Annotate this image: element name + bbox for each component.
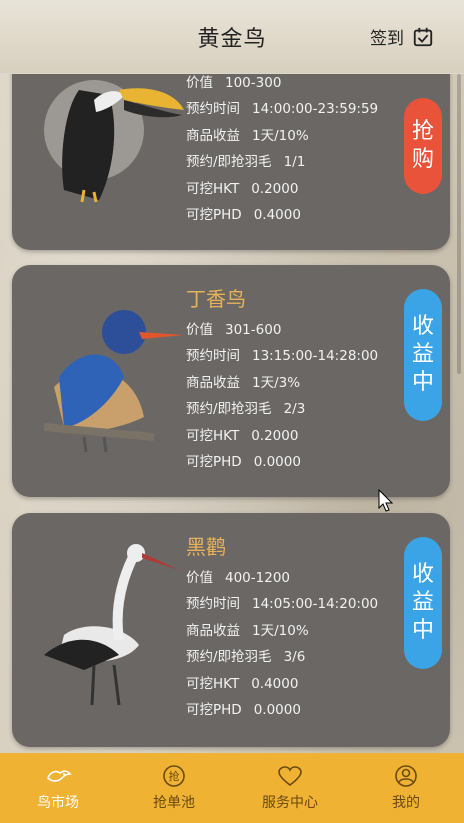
tab-mine[interactable]: 我的	[348, 753, 464, 823]
reserve-time-row: 预约时间 14:05:00-14:20:00	[186, 596, 379, 613]
tab-label: 鸟市场	[37, 795, 79, 811]
hkt-row: 可挖HKT 0.2000	[186, 427, 299, 444]
tab-grab-pool[interactable]: 抢 抢单池	[116, 753, 232, 823]
checkin-label: 签到	[370, 29, 404, 49]
phd-row: 可挖PHD 0.0000	[186, 701, 301, 718]
bird-name: 黑鹳	[186, 535, 226, 559]
bird-details: 价值 100-300 预约时间 14:00:00-23:59:59 商品收益 1天/1…	[186, 74, 378, 228]
reserve-time-row: 预约时间 14:00:00-23:59:59	[186, 101, 379, 118]
value-row: 价值 100-300	[186, 75, 282, 91]
grab-icon: 抢	[163, 765, 185, 787]
feather-row: 预约/即抢羽毛 2/3	[186, 401, 306, 418]
page-title: 黄金鸟	[197, 26, 267, 52]
income-row: 商品收益 1天/10%	[186, 622, 309, 639]
tab-bird-market[interactable]: 鸟市场	[0, 753, 116, 823]
earning-status-button[interactable]: 收 益 中	[404, 289, 442, 421]
value-row: 价值 400-1200	[186, 570, 290, 586]
earning-status-button[interactable]: 收 益 中	[404, 537, 442, 669]
bird-card[interactable]: 丁香鸟 价值 301-600 预约时间 13:15:00-14:28:00 商品收益…	[12, 265, 450, 497]
bottom-tabbar: 鸟市场 抢 抢单池 服务中心 我的	[0, 753, 464, 823]
bird-list[interactable]: 价值 100-300 预约时间 14:00:00-23:59:59 商品收益 1天/1…	[0, 74, 464, 753]
phd-row: 可挖PHD 0.0000	[186, 453, 301, 470]
tab-label: 服务中心	[262, 795, 318, 811]
scrollbar[interactable]	[457, 74, 461, 374]
hkt-row: 可挖HKT 0.2000	[186, 180, 299, 197]
svg-text:抢: 抢	[169, 769, 180, 783]
buy-button[interactable]: 抢 购	[404, 98, 442, 194]
bird-icon	[47, 770, 72, 782]
bird-name: 丁香鸟	[186, 287, 246, 311]
hkt-row: 可挖HKT 0.4000	[186, 675, 299, 692]
reserve-time-row: 预约时间 13:15:00-14:28:00	[186, 348, 379, 365]
bird-card[interactable]: 黑鹳 价值 400-1200 预约时间 14:05:00-14:20:00 商品收益…	[12, 513, 450, 747]
heart-icon	[278, 766, 302, 787]
phd-row: 可挖PHD 0.4000	[186, 206, 301, 223]
stork-icon	[44, 544, 179, 706]
bird-details: 价值 301-600 预约时间 13:15:00-14:28:00 商品收益 1天/3…	[186, 317, 378, 475]
income-row: 商品收益 1天/3%	[186, 374, 301, 391]
tab-service-center[interactable]: 服务中心	[232, 753, 348, 823]
tab-label: 抢单池	[153, 795, 195, 811]
bird-details: 价值 400-1200 预约时间 14:05:00-14:20:00 商品收益 1天/…	[186, 565, 378, 723]
user-icon	[395, 765, 417, 787]
bird-card[interactable]: 价值 100-300 预约时间 14:00:00-23:59:59 商品收益 1天/1…	[12, 74, 450, 250]
feather-row: 预约/即抢羽毛 3/6	[186, 649, 306, 666]
header: 黄金鸟 签到	[0, 0, 464, 74]
calendar-check-icon	[413, 27, 433, 46]
income-row: 商品收益 1天/10%	[186, 127, 309, 144]
mouse-cursor-icon	[378, 489, 394, 512]
tab-label: 我的	[392, 795, 420, 811]
value-row: 价值 301-600	[186, 322, 282, 338]
checkin-button[interactable]: 签到	[370, 24, 434, 49]
feather-row: 预约/即抢羽毛 1/1	[186, 154, 306, 171]
toucan-icon	[44, 80, 184, 203]
kingfisher-icon	[43, 310, 184, 453]
